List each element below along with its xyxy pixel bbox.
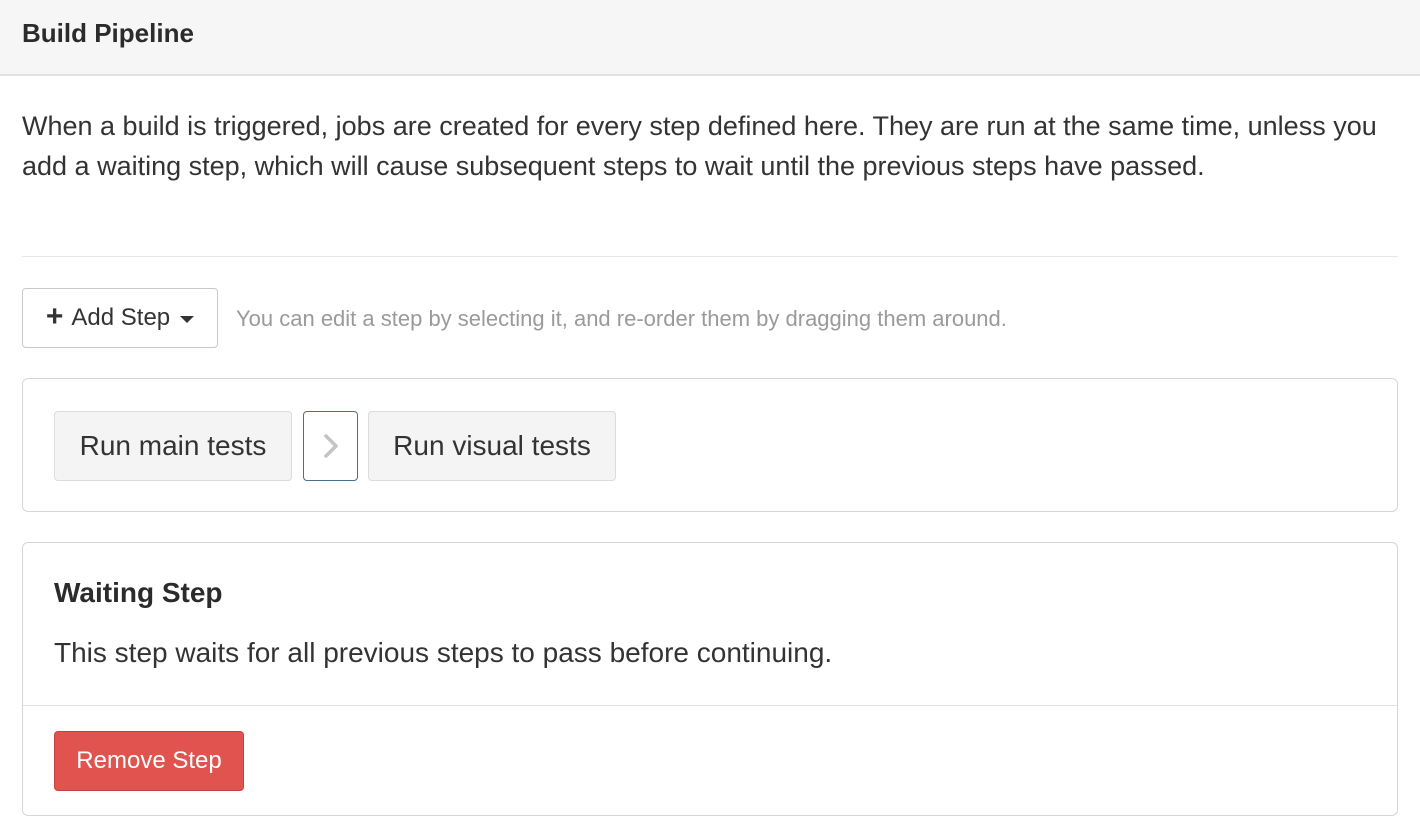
panel-header: Build Pipeline — [0, 0, 1420, 76]
step-run-main-tests[interactable]: Run main tests — [54, 411, 292, 481]
detail-description: This step waits for all previous steps t… — [54, 637, 833, 668]
remove-step-button[interactable]: Remove Step — [54, 731, 244, 791]
reorder-hint: You can edit a step by selecting it, and… — [236, 306, 1007, 331]
pipeline-steps: Run main tests Run visual tests — [22, 378, 1398, 512]
add-step-label: Add Step — [71, 304, 171, 331]
chevron-right-icon — [323, 434, 338, 458]
caret-down-icon — [180, 316, 195, 323]
step-run-visual-tests[interactable]: Run visual tests — [368, 411, 616, 481]
step-detail-panel: Waiting Step This step waits for all pre… — [22, 542, 1398, 816]
step-label: Run main tests — [79, 430, 267, 461]
waiting-step-marker[interactable] — [303, 411, 358, 481]
add-step-button[interactable]: + Add Step — [22, 288, 218, 348]
step-label: Run visual tests — [393, 430, 591, 461]
divider — [22, 256, 1398, 257]
page-title: Build Pipeline — [22, 18, 194, 48]
plus-icon: + — [45, 299, 64, 333]
intro-text: When a build is triggered, jobs are crea… — [22, 111, 1377, 181]
detail-title: Waiting Step — [54, 577, 223, 608]
detail-divider — [23, 705, 1397, 706]
